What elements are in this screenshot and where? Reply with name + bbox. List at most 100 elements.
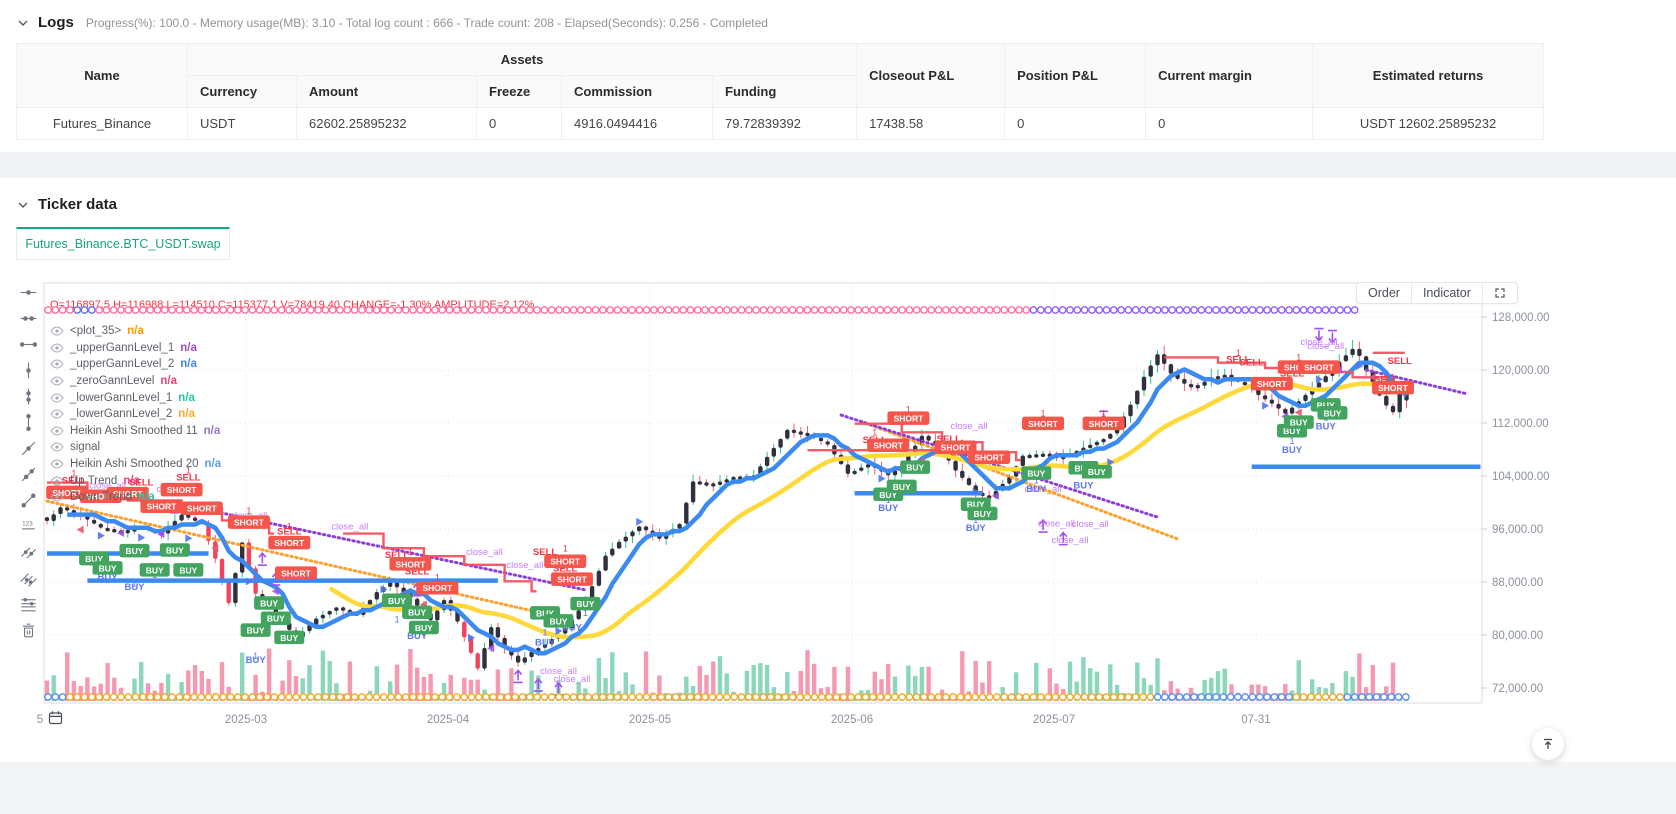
svg-text:BUY: BUY bbox=[246, 655, 267, 666]
eye-icon[interactable] bbox=[50, 359, 64, 369]
eye-icon[interactable] bbox=[50, 442, 64, 452]
cell-freeze: 0 bbox=[476, 107, 562, 140]
svg-text:BUY: BUY bbox=[267, 614, 285, 624]
svg-text:BUY: BUY bbox=[1290, 418, 1308, 428]
cell-name: Futures_Binance bbox=[16, 107, 188, 140]
legend-label: _lowerGannLevel_1 bbox=[70, 391, 173, 404]
chart-toolbar: Order Indicator bbox=[1356, 282, 1518, 304]
eye-icon[interactable] bbox=[50, 459, 64, 469]
legend-value: n/a bbox=[204, 458, 222, 471]
chart-area: 123 128,000.00 120,000.00 112,000.00 104,00… bbox=[0, 277, 1676, 747]
logs-header: Logs Progress(%): 100.0 - Memory usage(M… bbox=[0, 0, 1676, 31]
trade-marker-buy: BUY bbox=[240, 623, 271, 637]
trade-marker-buy: BUY bbox=[967, 506, 998, 521]
trade-marker-buy: BUY bbox=[159, 543, 190, 557]
markers-layer: SELL SELL SELLSELLSELLSELLSELLSELLSELLSELL… bbox=[46, 327, 1414, 696]
svg-text:SELL: SELL bbox=[1240, 357, 1264, 368]
indicator-legend: <plot_35> n/a _upperGannLevel_1 n/a _upperGa… bbox=[50, 323, 221, 506]
trade-marker-short: SHORT bbox=[1250, 376, 1293, 391]
svg-text:BUY: BUY bbox=[1026, 484, 1047, 495]
svg-text:BUY: BUY bbox=[966, 523, 987, 534]
indicator-button[interactable]: Indicator bbox=[1410, 283, 1482, 303]
trade-marker-short: SHORT bbox=[1082, 416, 1125, 431]
svg-text:SHORT: SHORT bbox=[422, 583, 453, 593]
trade-marker-short: SHORT bbox=[268, 535, 311, 550]
eye-icon[interactable] bbox=[50, 393, 64, 403]
legend-value: n/a bbox=[203, 424, 221, 437]
svg-text:88,000.00: 88,000.00 bbox=[1492, 577, 1543, 589]
legend-label: Heikin Ashi Smoothed 20 bbox=[70, 458, 199, 471]
cell-closeout: 17438.58 bbox=[856, 107, 1006, 140]
svg-text:BUY: BUY bbox=[1282, 445, 1303, 456]
fullscreen-icon[interactable] bbox=[1481, 283, 1517, 303]
legend-item: Up Trend n/a bbox=[50, 472, 221, 489]
legend-label: _upperGannLevel_1 bbox=[70, 341, 175, 354]
cell-position: 0 bbox=[1004, 107, 1147, 140]
back-to-top-button[interactable] bbox=[1532, 728, 1564, 760]
svg-text:1: 1 bbox=[1236, 348, 1241, 358]
legend-label: signal bbox=[70, 441, 101, 454]
svg-text:SHORT: SHORT bbox=[557, 575, 588, 585]
col-closeout: Closeout P&L bbox=[856, 43, 1006, 108]
svg-text:1: 1 bbox=[872, 428, 877, 438]
eye-icon[interactable] bbox=[50, 426, 64, 436]
svg-text:BUY: BUY bbox=[166, 545, 184, 555]
svg-text:BUY: BUY bbox=[179, 565, 197, 575]
order-button[interactable]: Order bbox=[1357, 283, 1411, 303]
svg-text:BUY: BUY bbox=[1323, 408, 1341, 418]
tab-futures-binance-btc-usdt-swap[interactable]: Futures_Binance.BTC_USDT.swap bbox=[16, 227, 230, 260]
svg-text:96,000.00: 96,000.00 bbox=[1492, 524, 1543, 536]
legend-value: n/a bbox=[123, 474, 140, 487]
eye-icon[interactable] bbox=[50, 476, 64, 486]
trade-marker-buy: BUY bbox=[173, 563, 204, 577]
svg-text:SHORT: SHORT bbox=[274, 538, 305, 548]
collapse-chevron-icon[interactable] bbox=[16, 16, 30, 30]
ticker-header: Ticker data bbox=[0, 178, 1676, 213]
y-axis: 128,000.00 120,000.00 112,000.00 104,000.00… bbox=[1482, 312, 1550, 695]
svg-text:2025-03: 2025-03 bbox=[225, 714, 267, 726]
calendar-icon[interactable] bbox=[48, 710, 63, 730]
signal-circles-bottom bbox=[44, 693, 1410, 701]
svg-text:close_all: close_all bbox=[506, 560, 543, 571]
svg-text:SHORT: SHORT bbox=[1378, 383, 1409, 393]
price-chart[interactable]: 128,000.00 120,000.00 112,000.00 104,000.00… bbox=[0, 277, 1676, 747]
legend-label: _lowerGannLevel_2 bbox=[70, 408, 173, 421]
legend-item: Down Trend n/a bbox=[50, 489, 221, 506]
svg-text:BUY: BUY bbox=[893, 482, 911, 492]
legend-item: Heikin Ashi Smoothed 11 n/a bbox=[50, 423, 221, 440]
svg-text:1: 1 bbox=[287, 522, 292, 532]
eye-icon[interactable] bbox=[50, 376, 64, 386]
svg-text:SHORT: SHORT bbox=[1257, 379, 1288, 389]
legend-value: n/a bbox=[127, 325, 144, 338]
legend-value: n/a bbox=[180, 341, 197, 354]
trade-marker-short: SHORT bbox=[867, 438, 910, 453]
trade-marker-buy: BUY bbox=[570, 596, 601, 611]
trade-marker-short: SHORT bbox=[227, 515, 270, 529]
svg-text:close_all: close_all bbox=[1072, 519, 1109, 530]
eye-icon[interactable] bbox=[50, 492, 64, 502]
collapse-chevron-icon[interactable] bbox=[16, 198, 30, 212]
svg-text:SHORT: SHORT bbox=[550, 557, 581, 567]
col-currency: Currency bbox=[187, 75, 297, 108]
ticker-title: Ticker data bbox=[38, 196, 117, 213]
eye-icon[interactable] bbox=[50, 343, 64, 353]
legend-label: _zeroGannLevel bbox=[70, 375, 155, 388]
legend-item: _lowerGannLevel_1 n/a bbox=[50, 389, 221, 406]
svg-text:5: 5 bbox=[37, 714, 43, 726]
trade-marker-short: SHORT bbox=[550, 572, 593, 586]
col-assets-group: Assets bbox=[186, 43, 858, 76]
svg-text:BUY: BUY bbox=[1088, 467, 1106, 477]
svg-text:2025-07: 2025-07 bbox=[1033, 714, 1075, 726]
trade-marker-buy: BUY bbox=[1283, 415, 1314, 429]
svg-text:SHORT: SHORT bbox=[1089, 419, 1120, 429]
svg-text:07-31: 07-31 bbox=[1241, 714, 1270, 726]
svg-text:SHORT: SHORT bbox=[281, 569, 312, 579]
svg-text:104,000.00: 104,000.00 bbox=[1492, 471, 1550, 483]
svg-text:SELL: SELL bbox=[1388, 356, 1412, 367]
svg-text:close_all: close_all bbox=[331, 522, 368, 533]
svg-text:112,000.00: 112,000.00 bbox=[1492, 418, 1549, 430]
trade-marker-short: SHORT bbox=[968, 450, 1011, 464]
eye-icon[interactable] bbox=[50, 409, 64, 419]
cell-commission: 4916.0494416 bbox=[561, 107, 713, 140]
eye-icon[interactable] bbox=[50, 326, 64, 336]
